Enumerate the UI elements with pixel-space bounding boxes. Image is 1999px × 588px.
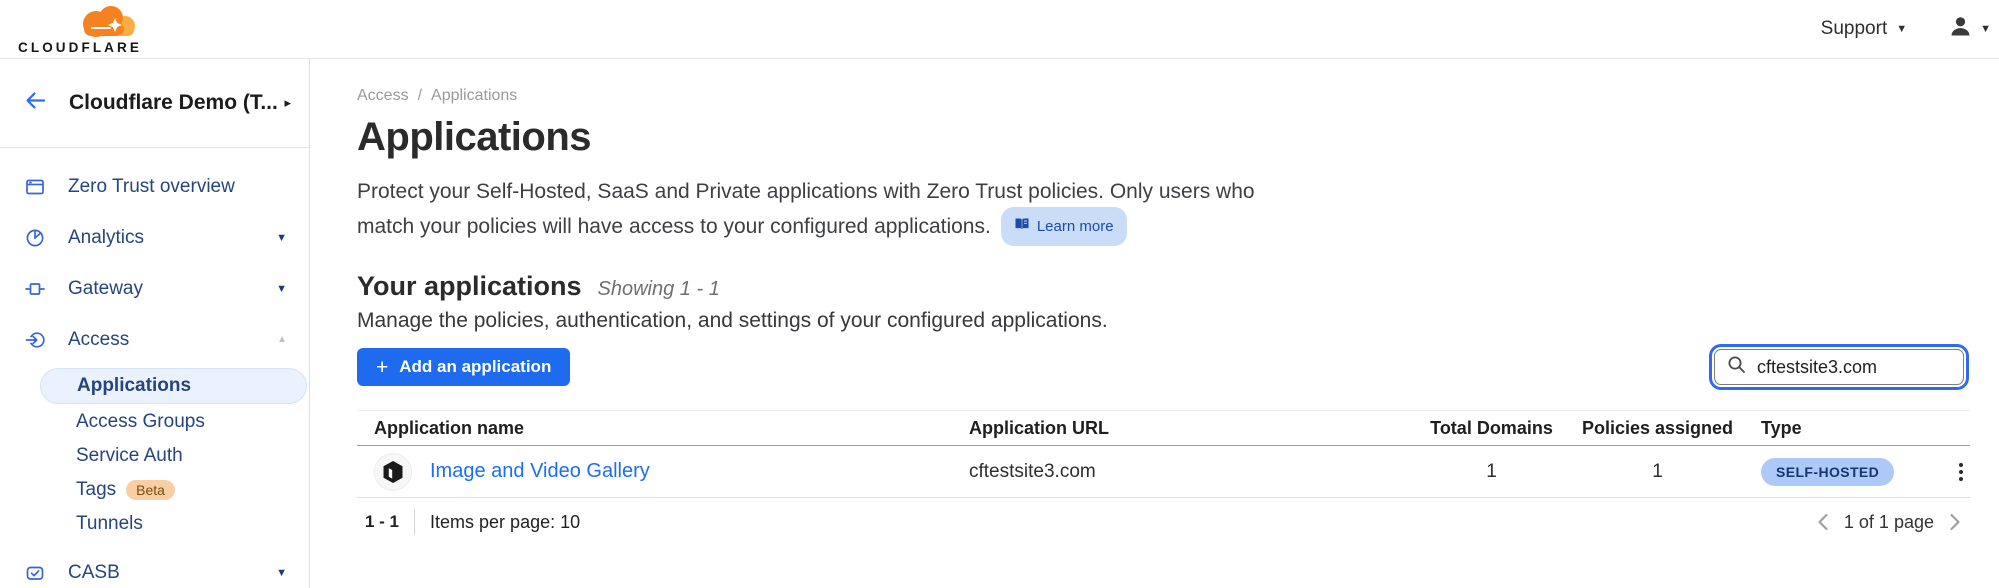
total-domains-cell: 1 — [1429, 461, 1554, 483]
sidebar-item-analytics[interactable]: Analytics ▼ — [0, 212, 309, 263]
application-url-cell: cftestsite3.com — [969, 461, 1429, 483]
result-range: 1 - 1 — [357, 512, 399, 532]
pagination: 1 of 1 page — [1816, 512, 1970, 533]
previous-page-icon[interactable] — [1816, 512, 1829, 532]
items-per-page: Items per page: 10 — [430, 512, 580, 533]
chevron-up-icon: ▲ — [277, 334, 287, 345]
sidebar-item-casb[interactable]: CASB ▼ — [0, 547, 309, 588]
page-status: 1 of 1 page — [1844, 512, 1934, 533]
column-application-url: Application URL — [969, 418, 1429, 439]
chevron-down-icon: ▼ — [276, 567, 287, 579]
sidebar-item-tunnels[interactable]: Tunnels — [0, 507, 309, 541]
page-body: Cloudflare Demo (T... ▸ Zero Trust overv… — [0, 59, 1999, 588]
chevron-down-icon: ▼ — [1896, 23, 1907, 35]
section-subtitle: Manage the policies, authentication, and… — [357, 309, 1970, 333]
add-application-label: Add an application — [399, 357, 551, 377]
brand-wordmark: CLOUDFLARE — [18, 40, 142, 55]
account-expand-icon[interactable]: ▸ — [284, 95, 291, 111]
sidebar-subitem-label: Applications — [77, 375, 191, 397]
cloudflare-zero-trust-dashboard: CLOUDFLARE Support ▼ ▼ — [0, 0, 1999, 588]
sidebar-item-access[interactable]: Access ▲ — [0, 314, 309, 365]
sidebar-item-access-groups[interactable]: Access Groups — [0, 405, 309, 439]
column-type: Type — [1761, 418, 1951, 439]
sidebar-nav: Zero Trust overview Analytics ▼ — [0, 161, 309, 588]
account-name[interactable]: Cloudflare Demo (T... — [69, 91, 284, 115]
support-menu[interactable]: Support ▼ — [1821, 18, 1907, 40]
policies-assigned-cell: 1 — [1554, 461, 1761, 483]
plus-icon: + — [376, 357, 388, 378]
description-line2: match your policies will have access to … — [357, 215, 991, 238]
table-header-row: Application name Application URL Total D… — [357, 410, 1970, 446]
user-icon — [1949, 15, 1972, 43]
column-total-domains: Total Domains — [1429, 418, 1554, 439]
search-box — [1714, 349, 1964, 385]
sidebar-item-tags[interactable]: Tags Beta — [0, 473, 309, 507]
sidebar-subitem-label: Service Auth — [76, 445, 183, 467]
sidebar-item-zero-trust-overview[interactable]: Zero Trust overview — [0, 161, 309, 212]
type-badge: SELF-HOSTED — [1761, 458, 1894, 486]
sidebar-item-label: Gateway — [68, 278, 143, 300]
topbar-right: Support ▼ ▼ — [1821, 15, 1991, 43]
section-header: Your applications Showing 1 - 1 — [357, 271, 1970, 302]
account-switcher: Cloudflare Demo (T... ▸ — [0, 59, 309, 148]
back-arrow-icon[interactable] — [24, 89, 47, 117]
support-label: Support — [1821, 18, 1888, 40]
learn-more-label: Learn more — [1037, 211, 1114, 242]
row-actions-kebab-icon[interactable] — [1951, 458, 1971, 486]
application-cube-icon — [374, 453, 412, 491]
footer-divider — [414, 509, 415, 535]
gateway-icon — [25, 279, 45, 299]
breadcrumb: Access / Applications — [357, 87, 1970, 105]
toolbar: + Add an application — [357, 348, 1970, 386]
column-application-name: Application name — [357, 418, 969, 439]
search-icon — [1727, 355, 1746, 379]
sidebar-item-service-auth[interactable]: Service Auth — [0, 439, 309, 473]
user-menu[interactable]: ▼ — [1949, 15, 1991, 43]
column-policies-assigned: Policies assigned — [1554, 418, 1761, 439]
page-description: Protect your Self-Hosted, SaaS and Priva… — [357, 176, 1257, 246]
cloudflare-cloud-icon — [74, 3, 142, 40]
table-footer: 1 - 1 Items per page: 10 1 of 1 page — [357, 509, 1970, 535]
page-title: Applications — [357, 115, 1970, 160]
type-cell: SELF-HOSTED — [1761, 458, 1951, 486]
window-icon — [25, 177, 45, 197]
pie-chart-icon — [25, 228, 45, 248]
breadcrumb-separator: / — [418, 87, 422, 105]
chevron-down-icon: ▼ — [276, 232, 287, 244]
sidebar-item-label: Zero Trust overview — [68, 176, 235, 198]
learn-more-badge[interactable]: Learn more — [1001, 207, 1127, 246]
sidebar-item-label: Access — [68, 329, 129, 351]
sidebar-subitem-label: Tags — [76, 479, 116, 501]
chevron-down-icon: ▼ — [1980, 23, 1991, 35]
chevron-down-icon: ▼ — [276, 283, 287, 295]
casb-icon — [25, 563, 45, 583]
applications-table: Application name Application URL Total D… — [357, 410, 1970, 498]
next-page-icon[interactable] — [1949, 512, 1962, 532]
breadcrumb-access[interactable]: Access — [357, 87, 409, 105]
breadcrumb-applications: Applications — [431, 87, 517, 105]
application-link[interactable]: Image and Video Gallery — [430, 460, 650, 483]
sidebar-subitem-label: Tunnels — [76, 513, 143, 535]
topbar: CLOUDFLARE Support ▼ ▼ — [0, 0, 1999, 59]
search-input[interactable] — [1755, 356, 1951, 379]
beta-badge: Beta — [126, 480, 175, 500]
sidebar-item-gateway[interactable]: Gateway ▼ — [0, 263, 309, 314]
main-content: Access / Applications Applications Prote… — [310, 59, 1999, 588]
sidebar-item-label: Analytics — [68, 227, 144, 249]
access-icon — [25, 330, 45, 350]
section-title: Your applications — [357, 271, 582, 302]
sidebar: Cloudflare Demo (T... ▸ Zero Trust overv… — [0, 59, 310, 588]
sidebar-subitem-label: Access Groups — [76, 411, 205, 433]
add-application-button[interactable]: + Add an application — [357, 348, 570, 386]
cloudflare-logo[interactable]: CLOUDFLARE — [18, 3, 142, 55]
sidebar-item-label: CASB — [68, 562, 120, 584]
description-line1: Protect your Self-Hosted, SaaS and Priva… — [357, 180, 1255, 203]
book-icon — [1014, 211, 1030, 242]
table-row: Image and Video Gallery cftestsite3.com … — [357, 446, 1970, 498]
showing-count: Showing 1 - 1 — [598, 278, 720, 301]
application-name-cell: Image and Video Gallery — [357, 453, 969, 491]
access-sub-list: Applications Access Groups Service Auth … — [0, 368, 309, 541]
sidebar-item-applications[interactable]: Applications — [40, 368, 307, 404]
